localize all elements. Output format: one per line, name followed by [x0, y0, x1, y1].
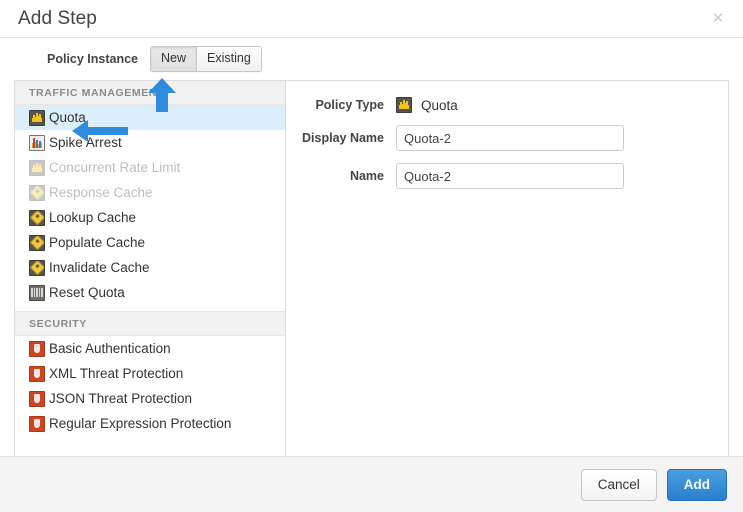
reset-quota-icon	[29, 285, 45, 301]
policy-item-concurrent-rate-limit: Concurrent Rate Limit	[15, 155, 285, 180]
policy-item-basic-authentication[interactable]: Basic Authentication	[15, 336, 285, 361]
dialog-titlebar: Add Step ✕	[0, 0, 743, 38]
policy-item-label: JSON Threat Protection	[49, 391, 192, 406]
policy-item-label: Populate Cache	[49, 235, 145, 250]
policy-type-value-group: Quota	[396, 97, 458, 113]
add-step-dialog: Add Step ✕ Policy Instance New Existing …	[0, 0, 743, 512]
policy-item-json-threat-protection[interactable]: JSON Threat Protection	[15, 386, 285, 411]
bars-dark-icon	[396, 97, 412, 113]
diamond-cache-icon	[29, 260, 45, 276]
group-header-security: SECURITY	[15, 311, 285, 336]
policy-item-response-cache: Response Cache	[15, 180, 285, 205]
shield-icon	[29, 366, 45, 382]
diamond-cache-icon	[29, 235, 45, 251]
display-name-label: Display Name	[286, 131, 396, 145]
policy-item-lookup-cache[interactable]: Lookup Cache	[15, 205, 285, 230]
policy-item-label: Response Cache	[49, 185, 153, 200]
segment-existing[interactable]: Existing	[196, 47, 261, 71]
policy-type-row: Policy Type Quota	[286, 97, 728, 113]
segment-new[interactable]: New	[151, 47, 196, 71]
diamond-cache-icon	[29, 185, 45, 201]
policy-item-xml-threat-protection[interactable]: XML Threat Protection	[15, 361, 285, 386]
add-button[interactable]: Add	[667, 469, 727, 501]
dialog-body: TRAFFIC MANAGEMENT Quota Spike Arrest	[0, 80, 743, 456]
shield-icon	[29, 341, 45, 357]
policy-item-label: Quota	[49, 110, 86, 125]
policy-item-quota[interactable]: Quota	[15, 105, 285, 130]
policy-item-label: Reset Quota	[49, 285, 125, 300]
policy-item-label: Concurrent Rate Limit	[49, 160, 180, 175]
policy-item-label: XML Threat Protection	[49, 366, 183, 381]
dialog-footer: Cancel Add	[0, 456, 743, 512]
shield-icon	[29, 391, 45, 407]
display-name-row: Display Name	[286, 125, 728, 151]
diamond-cache-icon	[29, 210, 45, 226]
policy-instance-segmented-control[interactable]: New Existing	[150, 46, 262, 72]
policy-type-label: Policy Type	[286, 98, 396, 112]
policy-instance-label: Policy Instance	[47, 52, 138, 66]
policy-detail-panel: Policy Type Quota Display Name Name	[286, 81, 728, 456]
policy-item-label: Invalidate Cache	[49, 260, 150, 275]
policy-item-label: Lookup Cache	[49, 210, 136, 225]
policy-item-regular-expression-protection[interactable]: Regular Expression Protection	[15, 411, 285, 436]
policy-item-label: Spike Arrest	[49, 135, 122, 150]
display-name-input[interactable]	[396, 125, 624, 151]
page-title: Add Step	[18, 8, 709, 30]
group-header-traffic-management: TRAFFIC MANAGEMENT	[15, 81, 285, 105]
name-row: Name	[286, 163, 728, 189]
bars-light-icon	[29, 135, 45, 151]
policy-item-reset-quota[interactable]: Reset Quota	[15, 280, 285, 305]
policy-item-spike-arrest[interactable]: Spike Arrest	[15, 130, 285, 155]
policy-item-label: Basic Authentication	[49, 341, 171, 356]
bars-dark-icon	[29, 160, 45, 176]
shield-icon	[29, 416, 45, 432]
policy-item-label: Regular Expression Protection	[49, 416, 231, 431]
policy-item-invalidate-cache[interactable]: Invalidate Cache	[15, 255, 285, 280]
policy-type-value: Quota	[421, 98, 458, 113]
name-input[interactable]	[396, 163, 624, 189]
policy-instance-row: Policy Instance New Existing	[0, 38, 743, 80]
name-label: Name	[286, 169, 396, 183]
bars-dark-icon	[29, 110, 45, 126]
policy-list[interactable]: TRAFFIC MANAGEMENT Quota Spike Arrest	[15, 81, 286, 456]
cancel-button[interactable]: Cancel	[581, 469, 657, 501]
close-icon[interactable]: ✕	[709, 10, 727, 28]
policy-item-populate-cache[interactable]: Populate Cache	[15, 230, 285, 255]
